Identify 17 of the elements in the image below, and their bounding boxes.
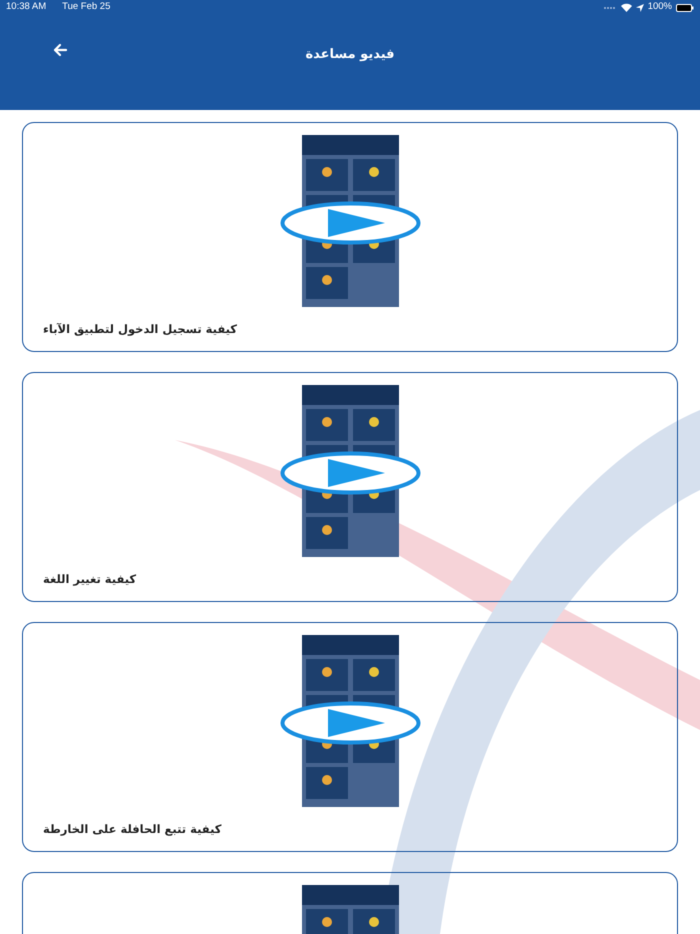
- wifi-icon: [620, 3, 632, 12]
- video-title: كيفية تغيير اللغة: [43, 572, 136, 586]
- play-icon[interactable]: [280, 701, 420, 745]
- video-card[interactable]: كيفية تسجيل الدخول لتطبيق الآباء: [22, 122, 678, 352]
- play-icon[interactable]: [280, 451, 420, 495]
- location-icon: [636, 4, 644, 12]
- signal-icon: [602, 6, 617, 10]
- status-date: Tue Feb 25: [62, 0, 110, 14]
- video-title: كيفية تسجيل الدخول لتطبيق الآباء: [43, 322, 237, 336]
- page-title: فيديو مساعدة: [305, 46, 395, 64]
- video-card[interactable]: كيفية تغيير اللغة: [22, 372, 678, 602]
- status-time: 10:38 AM: [6, 0, 46, 14]
- play-icon[interactable]: [280, 201, 420, 245]
- battery-icon: [676, 4, 694, 12]
- video-card[interactable]: كيفية تتبع الحافلة على الخارطة: [22, 622, 678, 852]
- video-title: كيفية تتبع الحافلة على الخارطة: [43, 822, 222, 836]
- battery-percent: 100%: [648, 0, 672, 14]
